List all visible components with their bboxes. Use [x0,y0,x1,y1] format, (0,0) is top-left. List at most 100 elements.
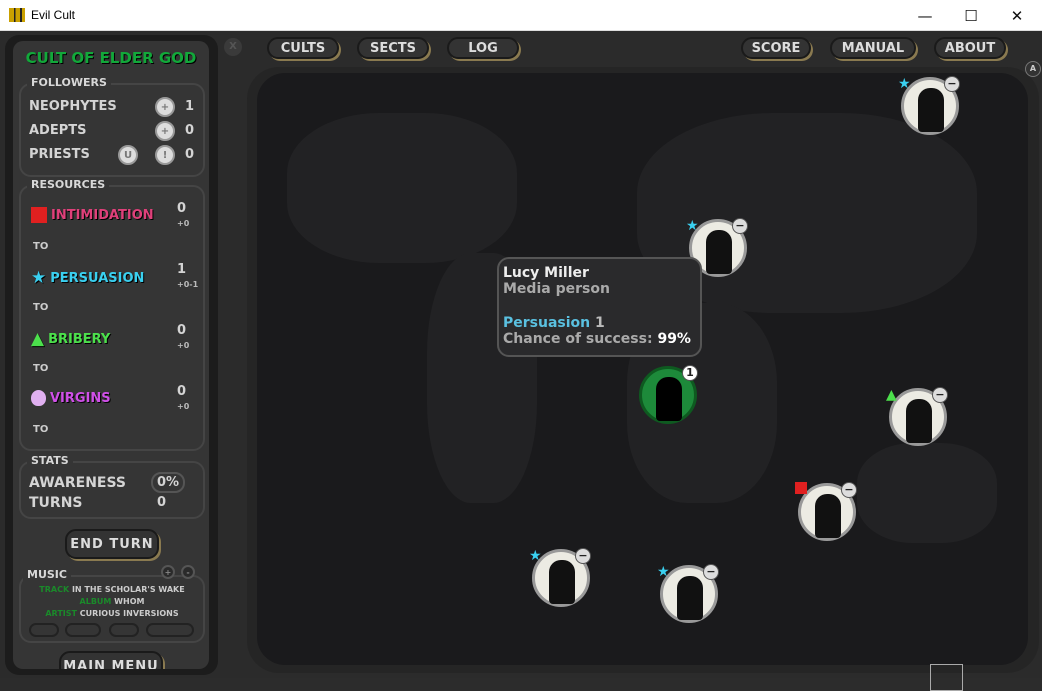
cults-button[interactable]: CULTS [267,37,339,59]
intimidation-value: 0 [177,201,187,216]
maximize-button[interactable]: ☐ [948,0,994,31]
star-icon: ★ [898,76,911,92]
minus-icon[interactable]: − [944,76,960,92]
music-stop-button[interactable] [146,623,194,637]
music-info: TRACK IN THE SCHOLAR'S WAKE ALBUM WHOM A… [21,584,203,620]
window-title: Evil Cult [31,8,76,22]
album-label: ALBUM [79,597,112,606]
followers-label: FOLLOWERS [27,76,111,89]
world-map[interactable]: A [247,61,1041,691]
upgrade-neophytes-button[interactable]: + [155,97,175,117]
minus-icon[interactable]: − [932,387,948,403]
resource-name: VIRGINS [50,390,111,406]
main-menu-button[interactable]: MAIN MENU [59,651,163,669]
artist-label: ARTIST [45,609,77,618]
star-icon: ★ [31,268,47,288]
star-icon: ★ [657,564,670,580]
upgrade-priests-button[interactable]: U [118,145,138,165]
upgrade-adepts-button[interactable]: + [155,121,175,141]
person-silhouette-icon [918,88,944,132]
node-tooltip: Lucy Miller Media person Persuasion 1 Ch… [497,257,702,357]
sects-button[interactable]: SECTS [357,37,429,59]
resource-persuasion: ★ PERSUASION [31,268,144,288]
resource-virgins: VIRGINS [31,390,111,406]
minimize-button[interactable]: — [902,0,948,31]
square-icon [31,207,47,223]
minus-icon[interactable]: − [732,218,748,234]
log-button[interactable]: LOG [447,37,519,59]
tooltip-role: Media person [503,281,610,297]
minus-icon[interactable]: − [703,564,719,580]
persuasion-delta: +0-1 [177,280,199,289]
person-silhouette-icon [677,576,703,620]
person-silhouette-icon [906,399,932,443]
neophytes-count: 1 [185,99,195,114]
trade-to-label[interactable]: TO [33,241,48,252]
music-next-button[interactable] [109,623,139,637]
person-silhouette-icon [706,230,732,274]
follower-node[interactable]: − [795,482,857,541]
title-bar: Evil Cult — ☐ ✕ [0,0,1042,31]
close-button[interactable]: ✕ [994,0,1040,31]
minus-icon[interactable]: − [841,482,857,498]
map-canvas[interactable] [257,73,1028,665]
follower-node[interactable]: ★ − [529,548,591,607]
priests-label: PRIESTS [29,147,90,162]
follower-node[interactable]: ★ − [657,564,719,623]
volume-down-button[interactable]: - [181,565,195,579]
tooltip-resource: Persuasion [503,315,591,331]
about-button[interactable]: ABOUT [934,37,1006,59]
resource-name: INTIMIDATION [51,207,154,223]
person-silhouette-icon [815,494,841,538]
end-turn-button[interactable]: END TURN [65,529,159,559]
resources-panel: RESOURCES INTIMIDATION 0 +0 TO ★ PERSUASI… [19,178,205,451]
resource-name: PERSUASION [50,270,145,286]
continent-north-america [287,113,517,263]
track-name: IN THE SCHOLAR'S WAKE [71,585,185,594]
resource-name: BRIBERY [48,331,111,347]
turns-label: TURNS [29,495,83,511]
followers-panel: FOLLOWERS NEOPHYTES + 1 ADEPTS + 0 PRIES… [19,76,205,177]
summon-button[interactable]: ! [155,145,175,165]
music-label: MUSIC [23,568,71,581]
intimidation-delta: +0 [177,219,190,228]
bribery-value: 0 [177,323,187,338]
adepts-label: ADEPTS [29,123,87,138]
close-sidebar-button[interactable]: X [224,38,242,56]
tooltip-chance: 99% [657,331,691,347]
minus-icon[interactable]: − [575,548,591,564]
volume-up-button[interactable]: + [161,565,175,579]
music-play-button[interactable] [65,623,101,637]
trade-to-label[interactable]: TO [33,302,48,313]
tooltip-name: Lucy Miller [503,265,589,281]
turns-value: 0 [157,495,167,510]
album-name: WHOM [114,597,145,606]
trade-to-label[interactable]: TO [33,424,48,435]
persuasion-value: 1 [177,262,187,277]
music-prev-button[interactable] [29,623,59,637]
tooltip-chance-label: Chance of success: [503,331,653,347]
triangle-icon: ▲ [886,387,897,403]
bribery-delta: +0 [177,341,190,350]
elder-god-icon [656,377,682,421]
trade-to-label[interactable]: TO [33,363,48,374]
follower-node[interactable]: ★ − [898,76,960,135]
cult-origin-node[interactable]: 1 [639,365,698,424]
resources-label: RESOURCES [27,178,110,191]
square-icon [795,482,807,498]
person-silhouette-icon [549,560,575,604]
resource-bribery: ▲ BRIBERY [31,329,110,349]
virgins-value: 0 [177,384,187,399]
score-button[interactable]: SCORE [741,37,811,59]
adepts-count: 0 [185,123,195,138]
follower-node[interactable]: ▲ − [886,387,948,446]
continent-australia [857,443,997,543]
manual-button[interactable]: MANUAL [830,37,916,59]
advanced-button[interactable]: A [1025,61,1041,77]
star-icon: ★ [686,218,699,234]
cult-name: CULT OF ELDER GOD [25,49,197,67]
priests-count: 0 [185,147,195,162]
neophytes-label: NEOPHYTES [29,99,117,114]
star-icon: ★ [529,548,542,564]
lotus-icon [31,390,46,406]
